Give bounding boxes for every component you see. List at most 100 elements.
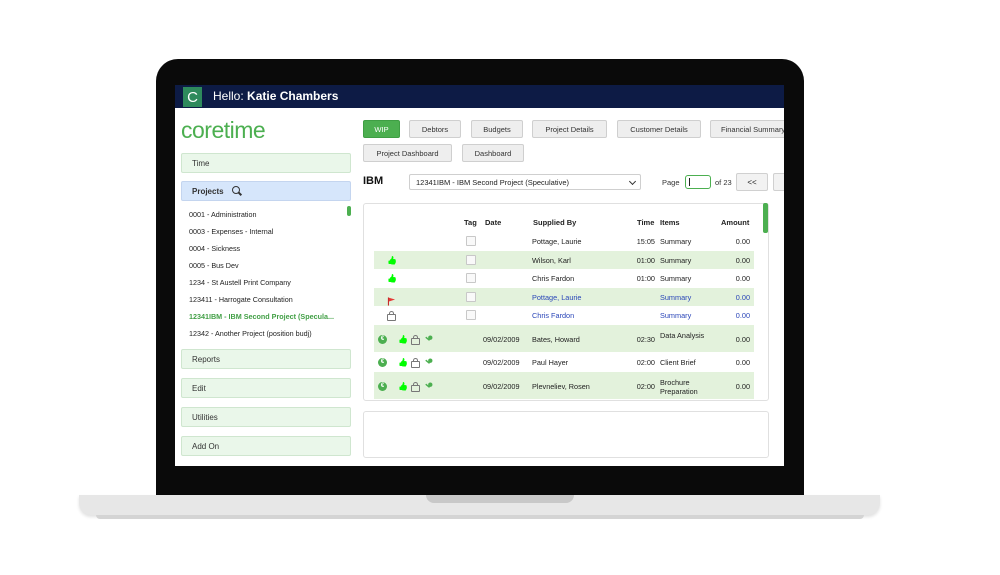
- thumb-up-icon[interactable]: 👍: [398, 358, 408, 367]
- thumb-up-icon[interactable]: 👍: [387, 256, 397, 265]
- tab-project-dashboard[interactable]: Project Dashboard: [363, 144, 452, 162]
- table-row[interactable]: Chris Fardon Summary 0.00: [374, 306, 754, 324]
- detail-panel: [363, 411, 769, 458]
- search-icon[interactable]: [231, 186, 240, 194]
- c-icon[interactable]: €: [378, 382, 387, 391]
- cell-supplied-by: Chris Fardon: [532, 274, 575, 283]
- sidebar-item-projects[interactable]: Projects: [181, 181, 351, 201]
- project-list-item[interactable]: 123411 - Harrogate Consultation: [189, 294, 349, 311]
- flag-icon[interactable]: [387, 293, 396, 306]
- project-list-item[interactable]: 12341IBM - IBM Second Project (Specula..…: [189, 311, 349, 328]
- table-row[interactable]: 👍 Wilson, Karl 01:00 Summary 0.00: [374, 251, 754, 269]
- page-label: Page: [662, 178, 680, 187]
- cell-amount: 0.00: [735, 256, 750, 265]
- table-row[interactable]: Pottage, Laurie Summary 0.00: [374, 288, 754, 306]
- cell-supplied-by[interactable]: Pottage, Laurie: [532, 293, 632, 302]
- client-name: IBM: [363, 175, 384, 187]
- sidebar-item-time[interactable]: Time: [181, 153, 351, 173]
- tag-checkbox[interactable]: [466, 292, 476, 302]
- header-date: Date: [485, 218, 502, 227]
- greeting: Hello: Katie Chambers: [213, 88, 338, 104]
- cell-amount: 0.00: [735, 293, 750, 302]
- project-select-value: 12341IBM - IBM Second Project (Speculati…: [416, 178, 569, 187]
- cell-amount: 0.00: [735, 358, 750, 367]
- cell-items: Data Analysis: [660, 331, 705, 340]
- cell-date: 09/02/2009: [483, 358, 520, 367]
- sidebar-item-reports[interactable]: Reports: [181, 349, 351, 369]
- cell-amount: 0.00: [735, 311, 750, 320]
- cell-time: 01:00: [636, 256, 655, 265]
- laptop-base-shadow: [96, 515, 864, 519]
- lock-icon[interactable]: [411, 358, 420, 368]
- project-list-item[interactable]: 0004 - Sickness: [189, 243, 349, 260]
- lock-icon[interactable]: [411, 382, 420, 392]
- tab-customer-details[interactable]: Customer Details: [617, 120, 701, 138]
- header-amount: Amount: [721, 218, 750, 227]
- tag-checkbox[interactable]: [466, 310, 476, 320]
- key-icon[interactable]: [424, 358, 433, 367]
- c-icon[interactable]: €: [378, 335, 387, 344]
- cell-date: 09/02/2009: [483, 382, 520, 391]
- cell-items: Summary: [660, 274, 692, 283]
- page-input[interactable]: [685, 175, 711, 189]
- cell-supplied-by: Paul Hayer: [532, 358, 569, 367]
- sidebar-item-label: Projects: [192, 187, 224, 196]
- sidebar-scrollbar[interactable]: [347, 206, 351, 216]
- tab-project-details[interactable]: Project Details: [532, 120, 607, 138]
- grid-scrollbar[interactable]: [763, 203, 768, 233]
- project-list-item[interactable]: 0001 - Administration: [189, 209, 349, 226]
- cell-amount: 0.00: [735, 274, 750, 283]
- cell-time: 15:05: [636, 237, 655, 246]
- lock-icon[interactable]: [387, 311, 396, 321]
- sidebar-item-utilities[interactable]: Utilities: [181, 407, 351, 427]
- cell-supplied-by: Bates, Howard: [532, 335, 580, 344]
- project-select[interactable]: 12341IBM - IBM Second Project (Speculati…: [409, 174, 641, 190]
- tab-budgets[interactable]: Budgets: [471, 120, 523, 138]
- cell-supplied-by[interactable]: Chris Fardon: [532, 311, 632, 320]
- table-row[interactable]: € 👍 09/02/2009 Paul Hayer 02:00 Client Brief 0…: [374, 353, 754, 371]
- tab-dashboard[interactable]: Dashboard: [462, 144, 524, 162]
- cell-supplied-by: Pottage, Laurie: [532, 237, 582, 246]
- project-list-item[interactable]: 1234 - St Austell Print Company: [189, 277, 349, 294]
- thumb-up-icon[interactable]: 👍: [387, 274, 397, 283]
- cell-items: Client Brief: [660, 358, 696, 367]
- table-row[interactable]: € 👍 09/02/2009 Plevneliev, Rosen 02:00 Brochu…: [374, 372, 754, 399]
- table-row[interactable]: € 👍 09/02/2009 Bates, Howard 02:30 Data Analy…: [374, 325, 754, 352]
- c-icon[interactable]: €: [378, 358, 387, 367]
- key-icon[interactable]: [424, 382, 433, 391]
- project-list-item[interactable]: 0005 - Bus Dev: [189, 260, 349, 277]
- brand-logo: coretime: [181, 117, 266, 143]
- tab-financial-summary[interactable]: Financial Summary: [710, 120, 784, 138]
- chevron-down-icon: [628, 177, 637, 186]
- key-icon[interactable]: [424, 335, 433, 344]
- prev-page-button[interactable]: <<: [736, 173, 768, 191]
- top-bar: C Hello: Katie Chambers: [175, 85, 784, 108]
- project-list-item[interactable]: 12342 - Another Project (position budj): [189, 328, 349, 345]
- cell-items: Summary: [660, 311, 692, 320]
- sidebar-item-edit[interactable]: Edit: [181, 378, 351, 398]
- thumb-up-icon[interactable]: 👍: [398, 382, 408, 391]
- tag-checkbox[interactable]: [466, 236, 476, 246]
- user-name: Katie Chambers: [247, 89, 339, 103]
- cell-amount: 0.00: [735, 237, 750, 246]
- cell-time: 01:00: [636, 274, 655, 283]
- cell-date: 09/02/2009: [483, 335, 520, 344]
- sidebar-item-add-on[interactable]: Add On: [181, 436, 351, 456]
- next-page-button[interactable]: [773, 173, 784, 191]
- cell-items: Brochure Preparation: [660, 378, 698, 396]
- header-time: Time: [637, 218, 655, 227]
- cell-items: Summary: [660, 256, 692, 265]
- thumb-up-icon[interactable]: 👍: [398, 335, 408, 344]
- tab-wip[interactable]: WIP: [363, 120, 400, 138]
- laptop-notch: [426, 495, 574, 503]
- app-logo: C: [183, 87, 202, 107]
- app-screen: C Hello: Katie Chambers coretime Time Pr…: [175, 85, 784, 466]
- project-list-item[interactable]: 0003 - Expenses - Internal: [189, 226, 349, 243]
- tag-checkbox[interactable]: [466, 273, 476, 283]
- table-row[interactable]: 👍 Chris Fardon 01:00 Summary 0.00: [374, 269, 754, 287]
- cell-time: 02:30: [636, 335, 655, 344]
- tag-checkbox[interactable]: [466, 255, 476, 265]
- lock-icon[interactable]: [411, 335, 420, 345]
- table-row[interactable]: Pottage, Laurie 15:05 Summary 0.00: [374, 232, 754, 249]
- tab-debtors[interactable]: Debtors: [409, 120, 461, 138]
